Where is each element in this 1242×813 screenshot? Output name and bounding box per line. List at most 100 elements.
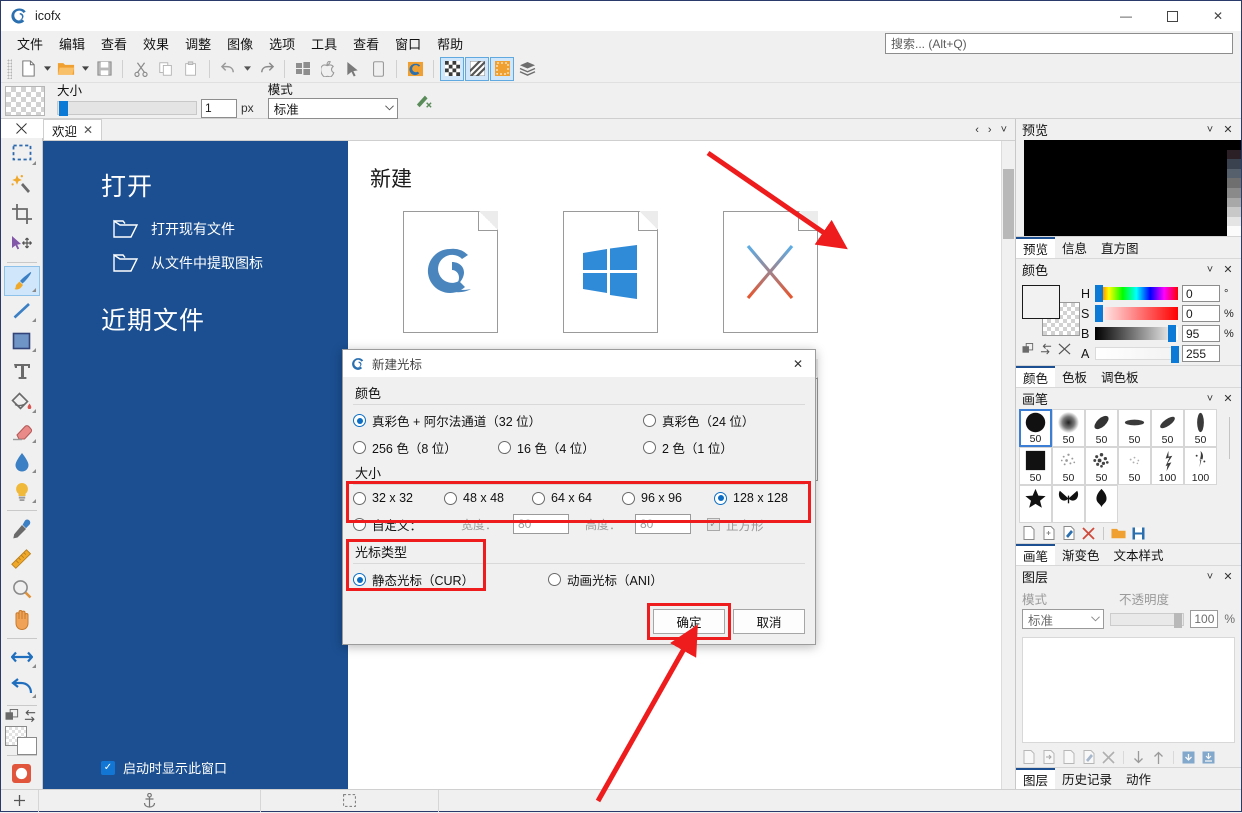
swap-colors-icon[interactable] — [23, 709, 38, 723]
menu-effects[interactable]: 效果 — [135, 31, 177, 56]
radio-2-colors[interactable]: 2 色（1 位） — [643, 438, 733, 457]
tool-crop[interactable] — [4, 199, 40, 229]
saturation-knob[interactable] — [1095, 305, 1103, 322]
duplicate-brush-button[interactable] — [1040, 525, 1057, 542]
tab-text-styles[interactable]: 文本样式 — [1107, 544, 1171, 565]
brush-item[interactable]: 100 — [1184, 447, 1217, 485]
minimize-button[interactable]: — — [1103, 1, 1149, 31]
tool-shape[interactable] — [4, 326, 40, 356]
transparency-grid-button[interactable] — [440, 56, 464, 81]
tool-palette-close[interactable] — [0, 119, 43, 139]
import-layer-button[interactable] — [1040, 749, 1057, 766]
preview-zoom-strip[interactable] — [1227, 140, 1241, 236]
hatch-overlay-button[interactable] — [465, 56, 489, 81]
tab-brushes[interactable]: 画笔 — [1016, 544, 1056, 565]
icofx-export-button[interactable] — [403, 57, 427, 81]
tab-history[interactable]: 历史记录 — [1055, 768, 1119, 789]
layers-stack-button[interactable] — [515, 57, 539, 81]
show-on-startup-checkbox[interactable]: ✓ 启动时显示此窗口 — [101, 758, 227, 777]
cancel-button[interactable]: 取消 — [733, 609, 805, 634]
tab-info[interactable]: 信息 — [1055, 237, 1094, 258]
status-anchor-cell[interactable] — [39, 789, 261, 812]
menu-tools[interactable]: 工具 — [303, 31, 345, 56]
cut-button[interactable] — [129, 57, 153, 81]
brush-item[interactable] — [1019, 485, 1052, 523]
brush-size-slider[interactable] — [57, 101, 197, 116]
alpha-input[interactable]: 255 — [1182, 345, 1220, 362]
copy-colors-icon[interactable] — [5, 709, 20, 723]
open-file-dropdown[interactable] — [79, 57, 91, 81]
scrollbar-thumb[interactable] — [1003, 169, 1014, 239]
tab-close-icon[interactable]: ✕ — [83, 123, 93, 137]
brush-size-input[interactable]: 1 — [201, 98, 237, 118]
brush-mode-select[interactable]: 标准 — [267, 97, 398, 119]
layer-properties-button[interactable] — [1080, 749, 1097, 766]
tab-gradients[interactable]: 渐变色 — [1055, 544, 1107, 565]
brightness-knob[interactable] — [1168, 325, 1177, 342]
status-add-button[interactable] — [1, 789, 39, 812]
move-layer-up-button[interactable] — [1150, 749, 1167, 766]
brush-item[interactable]: 50 — [1052, 447, 1085, 485]
tool-dodge[interactable] — [4, 477, 40, 507]
new-brush-button[interactable] — [1020, 525, 1037, 542]
template-icofx[interactable] — [370, 211, 530, 341]
menu-edit[interactable]: 编辑 — [51, 31, 93, 56]
new-mobile-icon-button[interactable] — [366, 57, 390, 81]
new-file-button[interactable] — [16, 57, 40, 81]
tab-prev-button[interactable]: ‹ — [975, 124, 979, 136]
brush-item[interactable]: 50 — [1151, 409, 1184, 447]
brush-item[interactable]: 100 — [1151, 447, 1184, 485]
paste-button[interactable] — [179, 57, 203, 81]
brush-item[interactable]: 50 — [1118, 409, 1151, 447]
merge-down-button[interactable] — [1180, 749, 1197, 766]
tool-brush[interactable] — [3, 265, 40, 297]
tab-actions[interactable]: 动作 — [1119, 768, 1158, 789]
menu-options[interactable]: 选项 — [261, 31, 303, 56]
status-selection-cell[interactable] — [261, 789, 439, 812]
menu-adjust[interactable]: 调整 — [177, 31, 219, 56]
extract-icon-from-file-link[interactable]: 从文件中提取图标 — [113, 253, 348, 273]
open-file-button[interactable] — [54, 57, 78, 81]
menu-window[interactable]: 窗口 — [387, 31, 429, 56]
toolbar-grip[interactable] — [7, 58, 12, 79]
tool-pan[interactable] — [4, 604, 40, 634]
brush-item[interactable]: 50 — [1019, 409, 1052, 447]
edit-brush-button[interactable] — [1060, 525, 1077, 542]
swap-colors-icon[interactable] — [1040, 343, 1053, 355]
template-macos[interactable] — [690, 211, 850, 341]
brush-item[interactable]: 50 — [1085, 409, 1118, 447]
radio-animated-cursor[interactable]: 动画光标（ANI） — [548, 570, 663, 589]
radio-truecolor-alpha[interactable]: 真彩色 + 阿尔法通道（32 位） — [353, 411, 643, 430]
new-cursor-button[interactable] — [341, 57, 365, 81]
canvas-vertical-scrollbar[interactable] — [1001, 141, 1015, 789]
preview-close-button[interactable]: ✕ — [1219, 121, 1237, 139]
tool-eyedropper[interactable] — [4, 514, 40, 544]
tool-flip[interactable] — [4, 641, 40, 671]
selection-overlay-button[interactable] — [490, 56, 514, 81]
dialog-close-button[interactable]: ✕ — [785, 351, 811, 377]
hue-slider[interactable] — [1095, 285, 1178, 302]
redo-button[interactable] — [254, 57, 278, 81]
layer-mode-select[interactable]: 标准 — [1022, 609, 1105, 629]
copy-colors-icon[interactable] — [1022, 343, 1035, 355]
radio-16-colors[interactable]: 16 色（4 位） — [498, 438, 643, 457]
radio-256-colors[interactable]: 256 色（8 位） — [353, 438, 498, 457]
tool-record[interactable] — [4, 759, 40, 789]
tab-color[interactable]: 颜色 — [1016, 366, 1056, 387]
new-macos-icon-button[interactable] — [316, 57, 340, 81]
new-file-dropdown[interactable] — [41, 57, 53, 81]
layer-close-button[interactable]: ✕ — [1219, 568, 1237, 586]
brush-item[interactable] — [1085, 485, 1118, 523]
layer-list[interactable] — [1022, 637, 1235, 743]
background-swatch[interactable] — [16, 736, 37, 755]
brush-scroll-track[interactable] — [1228, 417, 1230, 459]
tool-zoom[interactable] — [4, 574, 40, 604]
tool-eraser[interactable] — [4, 417, 40, 447]
preview-canvas[interactable] — [1024, 140, 1241, 236]
slider-thumb[interactable] — [59, 101, 68, 116]
brush-item[interactable]: 50 — [1085, 447, 1118, 485]
radio-truecolor[interactable]: 真彩色（24 位） — [643, 411, 754, 430]
tab-palette[interactable]: 调色板 — [1094, 366, 1146, 387]
reset-colors-icon[interactable] — [1058, 343, 1071, 355]
tool-paint-bucket[interactable] — [4, 386, 40, 416]
